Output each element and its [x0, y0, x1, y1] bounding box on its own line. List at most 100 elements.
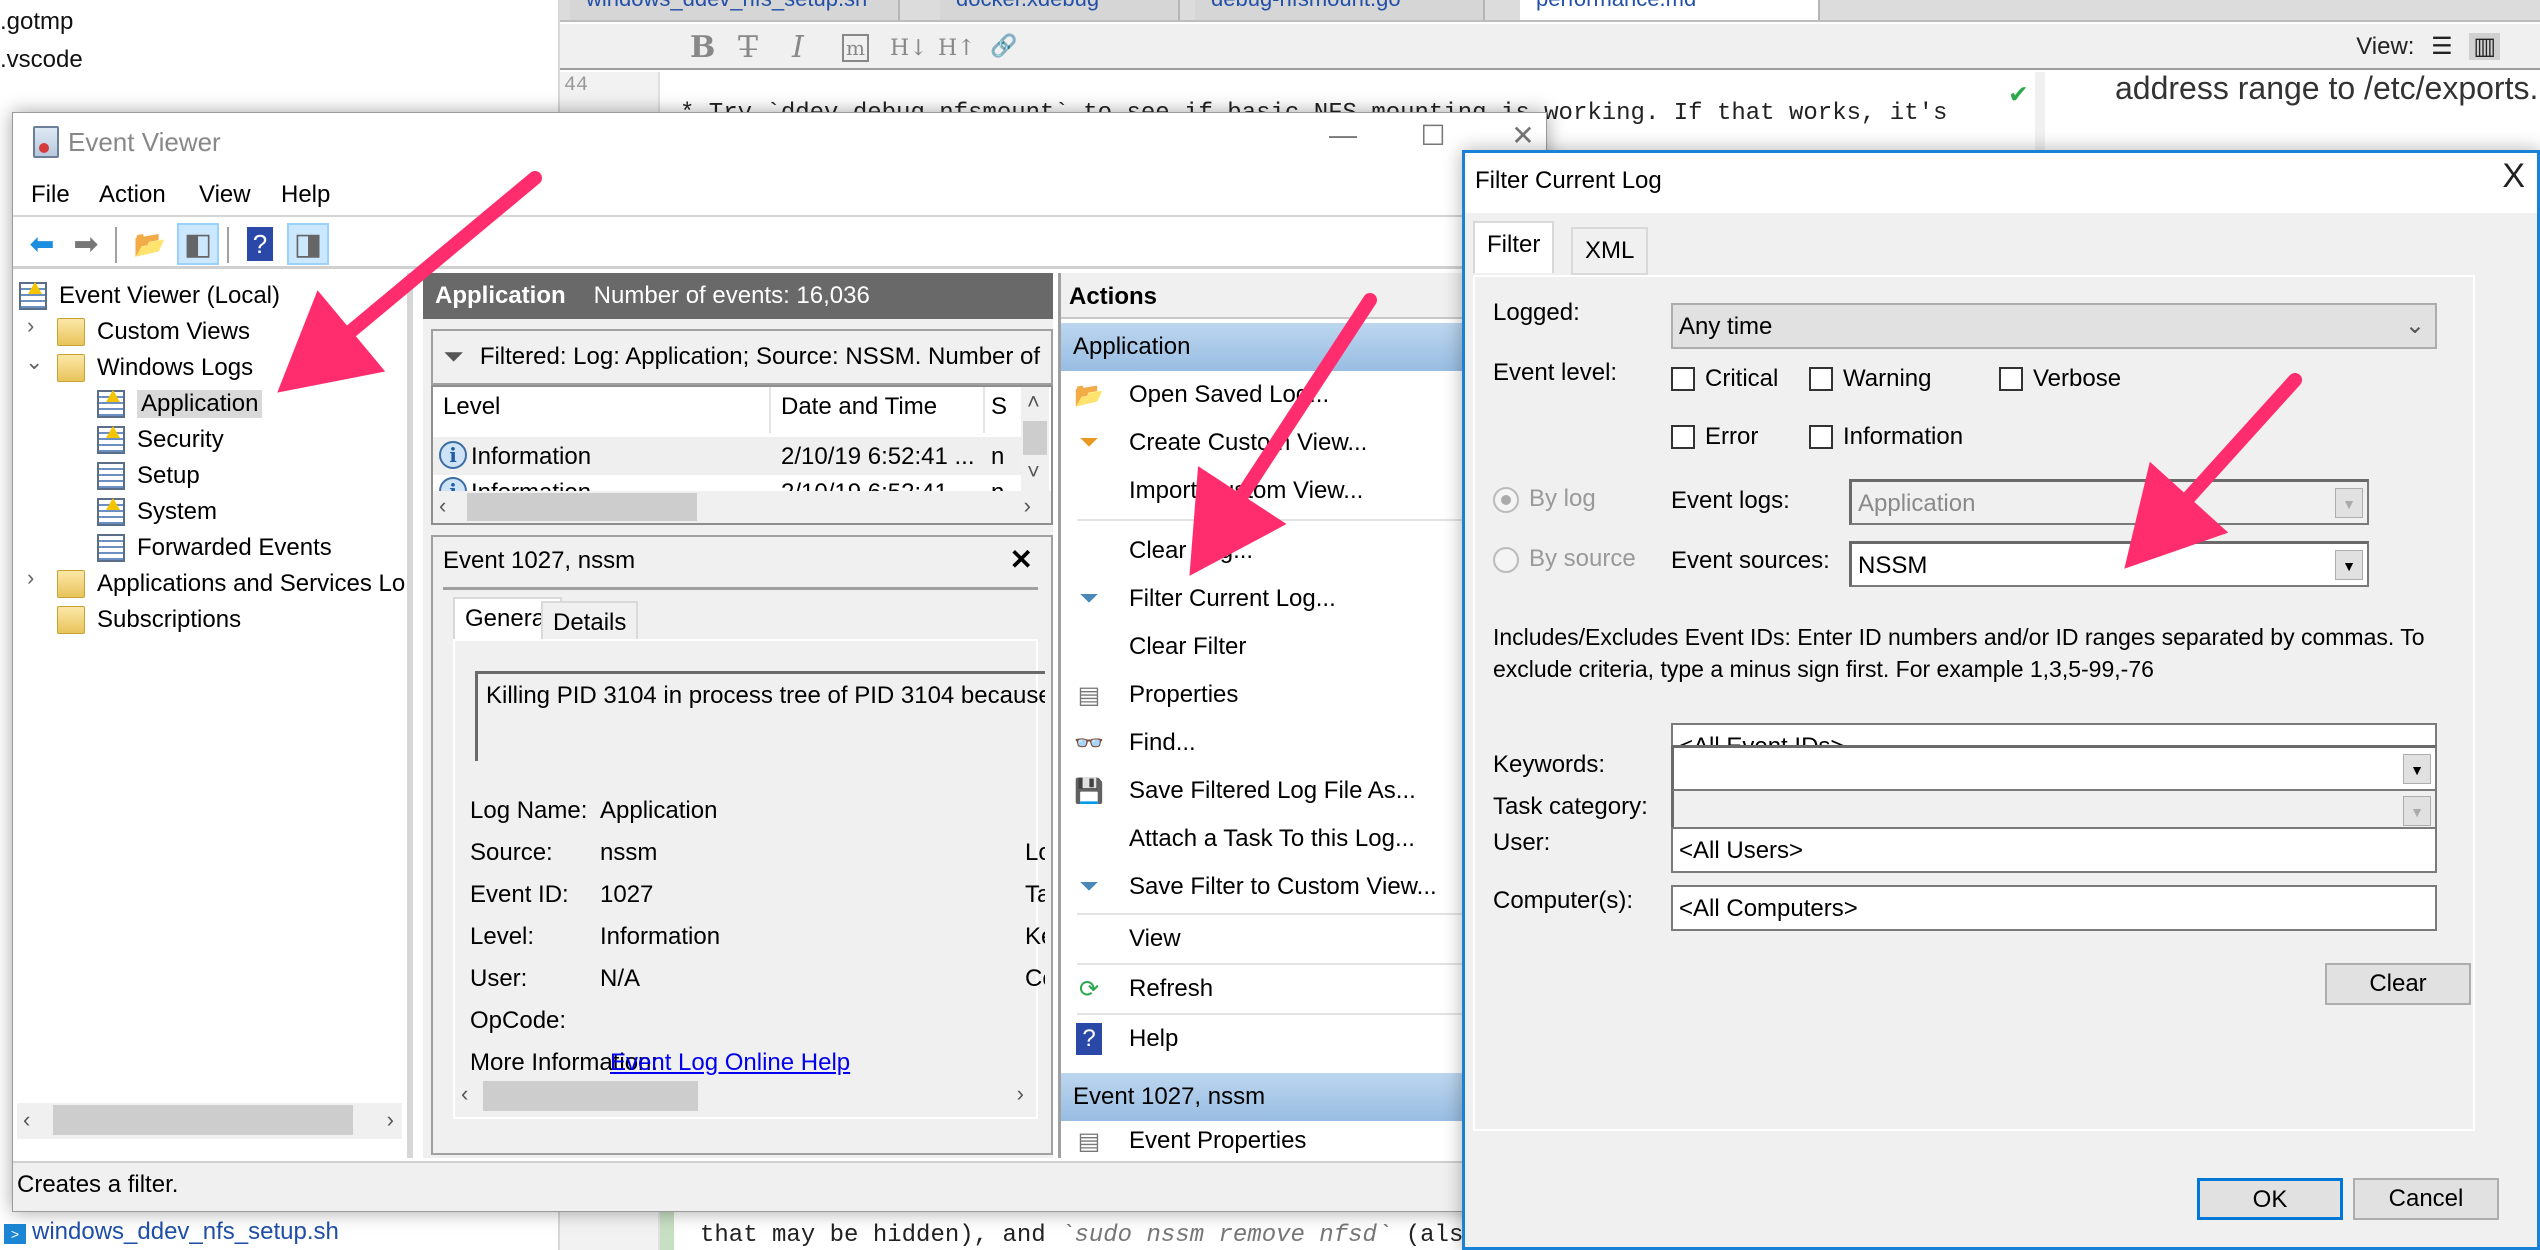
strikethrough-icon[interactable]: T̶ — [738, 30, 758, 65]
monospace-icon[interactable]: m — [842, 34, 869, 62]
forward-icon[interactable]: ➡ — [65, 223, 107, 265]
up-folder-icon[interactable]: 📂 — [129, 223, 171, 265]
detail-horizontal-scrollbar[interactable]: ‹ › — [455, 1081, 1036, 1111]
keywords-label: Keywords: — [1493, 751, 1606, 778]
scroll-right-icon[interactable]: › — [387, 1107, 394, 1133]
tree-horizontal-scrollbar[interactable]: ‹ › — [17, 1103, 402, 1139]
back-icon[interactable]: ⬅ — [21, 223, 63, 265]
tree-item-security[interactable]: Security — [97, 423, 224, 457]
editor-only-icon[interactable]: ☰ — [2431, 33, 2453, 60]
keywords-select[interactable]: ▼ — [1671, 745, 2437, 791]
expand-chevron-icon[interactable]: › — [27, 565, 34, 591]
tab-filter[interactable]: Filter — [1473, 221, 1555, 273]
tree-item-application[interactable]: Application — [97, 387, 263, 421]
tree-item-applications-and-services[interactable]: Applications and Services Lo — [57, 567, 405, 601]
editor-tab[interactable]: debug-nfsmount.go — [1195, 0, 1485, 20]
link-icon[interactable]: 🔗 — [990, 34, 1017, 59]
column-header-source[interactable]: S — [991, 393, 1007, 421]
error-checkbox[interactable] — [1671, 425, 1695, 449]
column-divider[interactable] — [983, 387, 985, 433]
editor-tab[interactable]: windows_ddev_nfs_setup.sh — [570, 0, 900, 20]
show-hide-action-pane-icon[interactable]: ◨ — [287, 223, 329, 265]
scroll-left-icon[interactable]: ‹ — [461, 1081, 468, 1107]
expand-chevron-icon[interactable]: › — [27, 313, 34, 339]
event-list-vertical-scrollbar[interactable]: ˄ ˅ — [1021, 387, 1049, 493]
logged-select[interactable]: Any time ⌄ — [1671, 303, 2437, 349]
help-icon[interactable]: ? — [239, 223, 281, 265]
file-tree-item[interactable]: .gotmp — [0, 8, 73, 36]
tree-item-custom-views[interactable]: Custom Views — [57, 315, 250, 349]
scroll-left-icon[interactable]: ‹ — [439, 493, 446, 519]
editor-tab[interactable]: docker.xdebug — [940, 0, 1180, 20]
verbose-checkbox[interactable] — [1999, 367, 2023, 391]
save-filter-icon: ⏷ — [1079, 873, 1099, 900]
editor-tab-active[interactable]: performance.md — [1520, 0, 1820, 20]
create-filter-icon: ⏷ — [1079, 429, 1099, 456]
dialog-title-bar[interactable]: Filter Current Log X — [1465, 153, 2537, 213]
scroll-down-icon[interactable]: ˅ — [1027, 459, 1040, 485]
heading-decrease-icon[interactable]: H↓ — [890, 36, 928, 61]
heading-increase-icon[interactable]: H↑ — [938, 36, 976, 61]
action-label: Open Saved Log... — [1129, 381, 1330, 408]
event-sources-select[interactable]: NSSM ▼ — [1849, 541, 2369, 587]
tree-item-windows-logs[interactable]: Windows Logs — [57, 351, 253, 385]
event-row[interactable]: i Information 2/10/19 6:52:41 ... n — [433, 437, 1023, 475]
toolbar-separator — [227, 227, 229, 263]
menu-file[interactable]: File — [31, 181, 70, 209]
tree-item-forwarded-events[interactable]: Forwarded Events — [97, 531, 332, 565]
italic-icon[interactable]: I — [792, 30, 804, 65]
maximize-button[interactable]: ☐ — [1403, 119, 1463, 152]
tree-root[interactable]: Event Viewer (Local) — [19, 279, 280, 313]
close-detail-icon[interactable]: ✕ — [1010, 543, 1033, 576]
scroll-up-icon[interactable]: ˄ — [1027, 389, 1040, 415]
scrollbar-thumb[interactable] — [467, 493, 697, 521]
by-source-radio[interactable] — [1493, 547, 1519, 573]
column-header-date-time[interactable]: Date and Time — [781, 393, 937, 421]
critical-checkbox[interactable] — [1671, 367, 1695, 391]
close-icon[interactable]: X — [2502, 157, 2525, 196]
title-bar[interactable]: Event Viewer — ☐ ✕ — [13, 113, 1546, 171]
cancel-button[interactable]: Cancel — [2353, 1178, 2499, 1220]
system-log-icon — [97, 498, 125, 526]
computers-input[interactable]: <All Computers> — [1671, 885, 2437, 931]
dropdown-arrow-icon[interactable]: ▼ — [2335, 550, 2363, 580]
dropdown-arrow-icon[interactable]: ▼ — [2403, 754, 2431, 784]
scrollbar-thumb[interactable] — [1023, 421, 1047, 455]
scroll-right-icon[interactable]: › — [1024, 493, 1031, 519]
collapse-chevron-icon[interactable]: ⌄ — [25, 349, 43, 375]
ok-button[interactable]: OK — [2197, 1178, 2343, 1220]
event-list-horizontal-scrollbar[interactable]: ‹ › — [433, 491, 1051, 523]
file-tree-item-setup-script[interactable]: > windows_ddev_nfs_setup.sh — [4, 1218, 339, 1246]
clear-button[interactable]: Clear — [2325, 963, 2471, 1005]
menu-help[interactable]: Help — [281, 181, 330, 209]
field-label: Log Name: — [470, 797, 588, 824]
minimize-button[interactable]: — — [1313, 119, 1373, 151]
scrollbar-thumb[interactable] — [483, 1081, 698, 1111]
event-message[interactable]: Killing PID 3104 in process tree of PID … — [475, 671, 1045, 761]
tree-item-system[interactable]: System — [97, 495, 217, 529]
event-count: Number of events: 16,036 — [593, 282, 870, 309]
scroll-left-icon[interactable]: ‹ — [23, 1107, 30, 1133]
by-log-radio[interactable] — [1493, 487, 1519, 513]
information-checkbox[interactable] — [1809, 425, 1833, 449]
column-header-level[interactable]: Level — [443, 393, 500, 421]
split-view-icon[interactable]: ▥ — [2469, 33, 2500, 60]
bold-icon[interactable]: B — [690, 30, 715, 65]
tab-xml[interactable]: XML — [1571, 227, 1649, 275]
help-glyph: ? — [247, 227, 273, 261]
show-hide-console-tree-icon[interactable]: ◧ — [177, 223, 219, 265]
tree-item-subscriptions[interactable]: Subscriptions — [57, 603, 241, 637]
menu-view[interactable]: View — [199, 181, 251, 209]
field-value-source: nssm — [600, 839, 658, 866]
scrollbar-thumb[interactable] — [53, 1105, 353, 1135]
menu-action[interactable]: Action — [99, 181, 166, 209]
user-input[interactable]: <All Users> — [1671, 827, 2437, 873]
close-button[interactable]: ✕ — [1493, 119, 1553, 152]
scroll-right-icon[interactable]: › — [1017, 1081, 1024, 1107]
event-log-online-help-link[interactable]: Event Log Online Help — [610, 1049, 850, 1077]
file-tree-item[interactable]: .vscode — [0, 46, 83, 74]
view-mode-switcher[interactable]: View: ☰ ▥ — [2356, 32, 2500, 61]
tree-item-setup[interactable]: Setup — [97, 459, 200, 493]
column-divider[interactable] — [769, 387, 771, 433]
warning-checkbox[interactable] — [1809, 367, 1833, 391]
